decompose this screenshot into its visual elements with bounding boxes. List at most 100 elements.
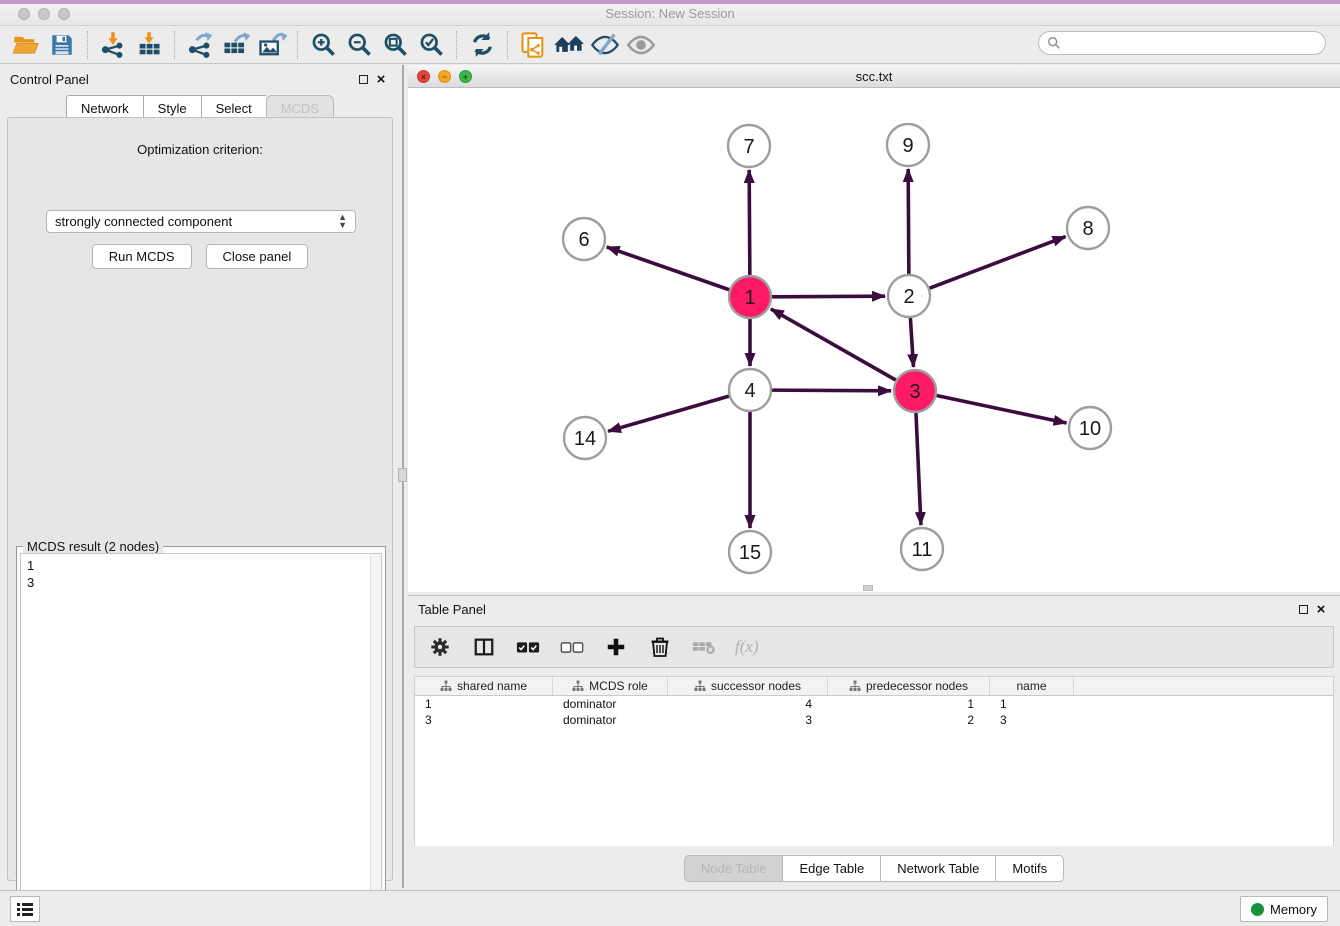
criterion-value: strongly connected component xyxy=(55,214,232,229)
graph-edge-4-14[interactable] xyxy=(608,396,729,431)
result-scrollbar[interactable] xyxy=(370,554,381,924)
show-details-icon[interactable] xyxy=(623,29,659,61)
graph-edge-4-3[interactable] xyxy=(772,390,891,391)
splitter-grip[interactable] xyxy=(398,468,407,482)
node-table-header-row: shared name MCDS role successor nodes prede… xyxy=(415,677,1333,696)
node-table[interactable]: shared name MCDS role successor nodes prede… xyxy=(414,676,1334,846)
graph-edge-3-1[interactable] xyxy=(771,309,896,380)
float-table-panel-button[interactable] xyxy=(1294,600,1312,618)
table-cell[interactable]: 1 xyxy=(828,696,990,712)
column-tree-icon xyxy=(849,680,861,692)
table-row[interactable]: 1dominator411 xyxy=(415,696,1333,712)
mcds-result-text[interactable]: 1 3 xyxy=(20,553,382,925)
duplicate-network-icon[interactable] xyxy=(515,29,551,61)
table-cell[interactable]: 1 xyxy=(990,696,1074,712)
criterion-select[interactable]: strongly connected component ▲▼ xyxy=(46,210,356,233)
graph-edge-2-3[interactable] xyxy=(910,318,913,367)
table-cell[interactable]: 4 xyxy=(668,696,828,712)
tab-edge-table[interactable]: Edge Table xyxy=(783,855,881,882)
apply-layout-icon[interactable] xyxy=(464,29,500,61)
window-titlebar: Session: New Session xyxy=(0,0,1340,26)
column-tree-icon xyxy=(694,680,706,692)
graph-node-label-15: 15 xyxy=(739,542,761,564)
network-scroll-thumb[interactable] xyxy=(863,585,873,591)
run-mcds-button[interactable]: Run MCDS xyxy=(92,244,192,269)
column-header-name[interactable]: name xyxy=(990,677,1074,695)
table-cell[interactable]: 3 xyxy=(990,712,1074,728)
home-icon[interactable] xyxy=(551,29,587,61)
graph-node-label-9: 9 xyxy=(902,135,913,157)
network-window-titlebar[interactable]: × − + scc.txt xyxy=(408,65,1340,88)
search-icon xyxy=(1047,36,1061,50)
graph-node-label-2: 2 xyxy=(903,286,914,308)
column-header-MCDS-role[interactable]: MCDS role xyxy=(553,677,668,695)
column-label: successor nodes xyxy=(711,679,801,693)
close-panel-button-2[interactable]: Close panel xyxy=(206,244,309,269)
export-image-icon[interactable] xyxy=(254,29,290,61)
table-cell[interactable]: dominator xyxy=(553,696,668,712)
deselect-all-icon[interactable] xyxy=(559,634,585,660)
zoom-fit-icon[interactable] xyxy=(377,29,413,61)
tab-network-table[interactable]: Network Table xyxy=(881,855,996,882)
column-tree-icon xyxy=(572,680,584,692)
graph-edge-3-10[interactable] xyxy=(937,396,1067,423)
memory-status-icon xyxy=(1251,903,1264,916)
graph-node-label-1: 1 xyxy=(744,287,755,309)
column-label: name xyxy=(1016,679,1046,693)
import-table-icon[interactable] xyxy=(131,29,167,61)
table-cell[interactable]: 2 xyxy=(828,712,990,728)
list-icon xyxy=(16,901,34,917)
graph-node-label-6: 6 xyxy=(578,229,589,251)
save-session-icon[interactable] xyxy=(44,29,80,61)
search-input[interactable] xyxy=(1061,36,1325,50)
hide-details-icon[interactable] xyxy=(587,29,623,61)
toggle-panes-icon[interactable] xyxy=(471,634,497,660)
table-panel: Table Panel × xyxy=(408,595,1340,888)
open-file-icon[interactable] xyxy=(8,29,44,61)
graph-node-label-14: 14 xyxy=(574,428,596,450)
close-panel-button[interactable]: × xyxy=(372,70,390,88)
close-table-panel-button[interactable]: × xyxy=(1312,600,1330,618)
export-network-icon[interactable] xyxy=(182,29,218,61)
toolbar-separator xyxy=(87,31,88,59)
table-settings-gear-icon[interactable] xyxy=(427,634,453,660)
float-panel-button[interactable] xyxy=(354,70,372,88)
delete-table-icon[interactable] xyxy=(691,634,717,660)
table-cell[interactable]: 3 xyxy=(668,712,828,728)
select-all-icon[interactable] xyxy=(515,634,541,660)
mcds-result-fieldset: MCDS result (2 nodes) 1 3 xyxy=(16,546,386,926)
column-header-successor-nodes[interactable]: successor nodes xyxy=(668,677,828,695)
export-table-icon[interactable] xyxy=(218,29,254,61)
graph-edge-1-7[interactable] xyxy=(749,170,750,275)
table-cell[interactable]: 1 xyxy=(415,696,553,712)
tab-node-table[interactable]: Node Table xyxy=(684,855,784,882)
memory-button[interactable]: Memory xyxy=(1240,896,1328,922)
column-label: predecessor nodes xyxy=(866,679,968,693)
table-row[interactable]: 3dominator323 xyxy=(415,712,1333,728)
graph-edge-2-9[interactable] xyxy=(908,169,909,274)
delete-column-trash-icon[interactable] xyxy=(647,634,673,660)
network-view-window: × − + scc.txt 7968124314101511 xyxy=(408,65,1340,592)
zoom-in-icon[interactable] xyxy=(305,29,341,61)
application-window: Session: New Session xyxy=(0,0,1340,926)
network-canvas[interactable]: 7968124314101511 xyxy=(408,88,1340,592)
add-column-icon[interactable] xyxy=(603,634,629,660)
table-toolbar: f(x) xyxy=(414,626,1334,668)
graph-edge-1-2[interactable] xyxy=(772,296,885,297)
zoom-selected-icon[interactable] xyxy=(413,29,449,61)
zoom-out-icon[interactable] xyxy=(341,29,377,61)
graph-edge-3-11[interactable] xyxy=(916,413,921,525)
graph-edge-2-8[interactable] xyxy=(930,237,1066,289)
function-builder-icon[interactable]: f(x) xyxy=(735,637,759,657)
import-network-icon[interactable] xyxy=(95,29,131,61)
search-box[interactable] xyxy=(1038,31,1326,55)
table-cell[interactable]: dominator xyxy=(553,712,668,728)
column-label: MCDS role xyxy=(589,679,648,693)
column-header-shared-name[interactable]: shared name xyxy=(415,677,553,695)
column-header-predecessor-nodes[interactable]: predecessor nodes xyxy=(828,677,990,695)
task-history-button[interactable] xyxy=(10,896,40,922)
tab-motifs[interactable]: Motifs xyxy=(996,855,1064,882)
toolbar-separator xyxy=(297,31,298,59)
graph-edge-1-6[interactable] xyxy=(607,247,730,290)
table-cell[interactable]: 3 xyxy=(415,712,553,728)
